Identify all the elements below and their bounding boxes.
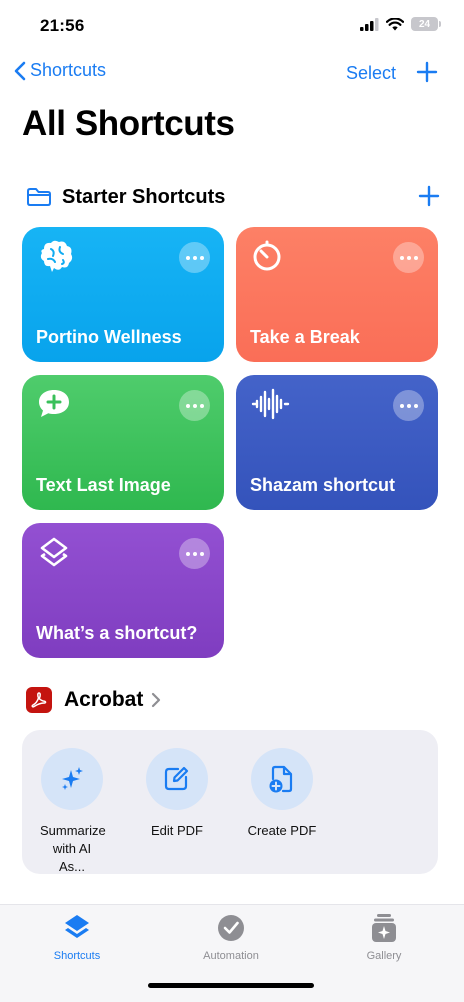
tab-shortcuts[interactable]: Shortcuts bbox=[22, 911, 132, 962]
gallery-icon bbox=[329, 911, 439, 945]
section-title: Starter Shortcuts bbox=[62, 185, 226, 208]
acrobat-actions-panel: Summarize with AI As... Edit PDF Create … bbox=[22, 730, 438, 874]
shortcut-tile-portino-wellness[interactable]: Portino Wellness bbox=[22, 227, 224, 362]
automation-check-icon bbox=[176, 911, 286, 945]
plus-icon bbox=[416, 61, 438, 83]
acrobat-section-header[interactable]: Acrobat bbox=[26, 686, 161, 714]
brain-icon bbox=[36, 239, 76, 278]
action-label: Create PDF bbox=[247, 823, 317, 838]
shortcuts-stack-icon bbox=[22, 911, 132, 945]
status-bar: 21:56 24 bbox=[0, 0, 464, 54]
tile-label: Portino Wellness bbox=[36, 327, 182, 347]
signal-icon bbox=[360, 17, 379, 31]
more-button[interactable] bbox=[393, 242, 424, 273]
starter-section-header: Starter Shortcuts bbox=[26, 182, 440, 212]
battery-icon: 24 bbox=[411, 17, 441, 31]
tile-label: What’s a shortcut? bbox=[36, 623, 198, 643]
create-doc-icon bbox=[251, 748, 313, 810]
waveform-icon bbox=[250, 387, 290, 426]
action-label: Edit PDF bbox=[150, 823, 203, 838]
back-button[interactable]: Shortcuts bbox=[14, 60, 106, 81]
action-summarize[interactable]: Summarize with AI As... bbox=[22, 748, 122, 876]
add-to-folder-button[interactable] bbox=[418, 185, 440, 212]
shortcut-tile-take-a-break[interactable]: Take a Break bbox=[236, 227, 438, 362]
tile-label: Shazam shortcut bbox=[250, 475, 396, 495]
plus-icon bbox=[418, 185, 440, 207]
shortcut-tile-text-last-image[interactable]: Text Last Image bbox=[22, 375, 224, 510]
back-label: Shortcuts bbox=[30, 60, 107, 80]
folder-icon bbox=[27, 188, 51, 206]
add-shortcut-button[interactable] bbox=[416, 61, 438, 88]
sparkles-icon bbox=[41, 748, 103, 810]
shortcut-tile-shazam-shortcut[interactable]: Shazam shortcut bbox=[236, 375, 438, 510]
more-button[interactable] bbox=[179, 538, 210, 569]
nav-bar: Shortcuts Select bbox=[0, 56, 464, 92]
select-button[interactable]: Select bbox=[346, 63, 396, 84]
tab-label: Shortcuts bbox=[53, 950, 101, 962]
message-plus-icon bbox=[36, 387, 72, 426]
home-indicator bbox=[148, 983, 314, 988]
wifi-icon bbox=[386, 17, 404, 30]
edit-icon bbox=[146, 748, 208, 810]
action-label: Summarize with AI As... bbox=[40, 823, 106, 874]
tile-label: Text Last Image bbox=[36, 475, 171, 495]
tab-label: Gallery bbox=[366, 950, 402, 962]
tab-gallery[interactable]: Gallery bbox=[329, 911, 439, 962]
more-button[interactable] bbox=[393, 390, 424, 421]
status-icons: 24 bbox=[360, 17, 441, 31]
chevron-left-icon bbox=[14, 61, 26, 80]
acrobat-logo-icon bbox=[26, 687, 52, 713]
tab-label: Automation bbox=[203, 950, 259, 962]
action-edit-pdf[interactable]: Edit PDF bbox=[127, 748, 227, 840]
layers-icon bbox=[36, 535, 72, 576]
tab-automation[interactable]: Automation bbox=[176, 911, 286, 962]
page-title: All Shortcuts bbox=[22, 104, 235, 143]
acrobat-title: Acrobat bbox=[64, 688, 144, 711]
timer-icon bbox=[250, 239, 284, 278]
action-create-pdf[interactable]: Create PDF bbox=[232, 748, 332, 840]
shortcut-tile-whats-a-shortcut[interactable]: What’s a shortcut? bbox=[22, 523, 224, 658]
more-button[interactable] bbox=[179, 242, 210, 273]
more-button[interactable] bbox=[179, 390, 210, 421]
chevron-right-icon bbox=[152, 692, 161, 708]
tile-label: Take a Break bbox=[250, 327, 360, 347]
status-time: 21:56 bbox=[40, 16, 85, 35]
